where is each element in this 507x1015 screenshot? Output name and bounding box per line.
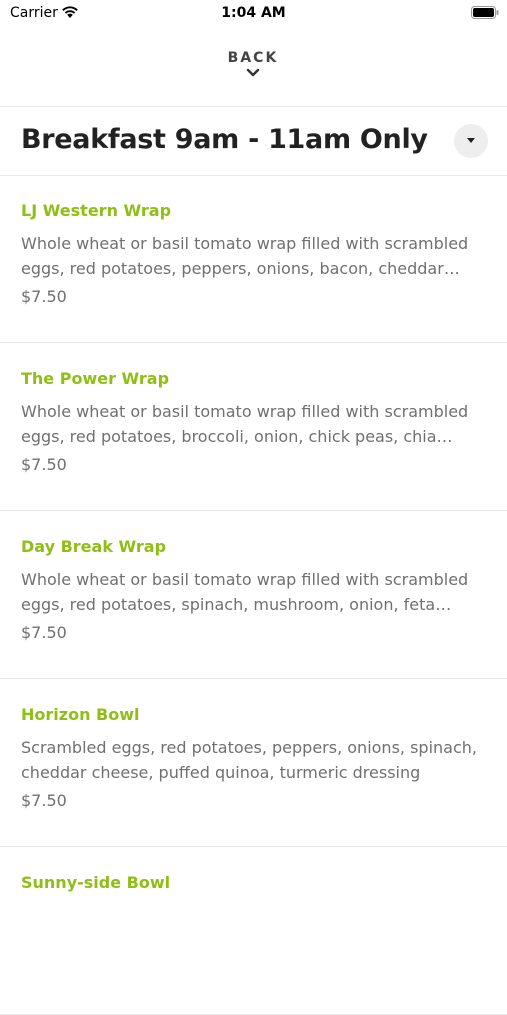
battery-icon [471, 6, 499, 19]
menu-list: LJ Western Wrap Whole wheat or basil tom… [0, 175, 507, 1015]
chevron-down-icon [246, 68, 260, 77]
section-dropdown-button[interactable] [454, 124, 488, 158]
menu-item-name: Day Break Wrap [21, 537, 167, 556]
section-header: Breakfast 9am - 11am Only [0, 108, 507, 174]
menu-item-description: Whole wheat or basil tomato wrap filled … [21, 234, 469, 278]
header-divider [0, 106, 507, 107]
back-button[interactable]: BACK [203, 46, 303, 92]
menu-item-name: Horizon Bowl [21, 705, 140, 724]
menu-item-description: Scrambled eggs, red potatoes, peppers, o… [21, 738, 477, 782]
back-label: BACK [227, 50, 279, 66]
menu-item-name: The Power Wrap [21, 369, 170, 388]
menu-item[interactable]: Sunny-side Bowl [0, 847, 507, 1015]
menu-item[interactable]: Day Break Wrap Whole wheat or basil toma… [0, 511, 507, 679]
menu-item-description: Whole wheat or basil tomato wrap filled … [21, 402, 469, 446]
menu-item-description: Whole wheat or basil tomato wrap filled … [21, 570, 469, 614]
menu-item-price: $7.50 [21, 287, 67, 306]
menu-item-name: Sunny-side Bowl [21, 873, 171, 892]
status-bar: Carrier 1:04 AM [0, 0, 507, 28]
caret-down-icon [467, 138, 475, 143]
menu-item[interactable]: LJ Western Wrap Whole wheat or basil tom… [0, 175, 507, 343]
clock-time: 1:04 AM [221, 5, 286, 21]
menu-item[interactable]: The Power Wrap Whole wheat or basil toma… [0, 343, 507, 511]
menu-item-name: LJ Western Wrap [21, 201, 172, 220]
menu-item[interactable]: Horizon Bowl Scrambled eggs, red potatoe… [0, 679, 507, 847]
menu-item-price: $7.50 [21, 791, 67, 810]
section-title: Breakfast 9am - 11am Only [21, 124, 428, 155]
menu-item-price: $7.50 [21, 455, 67, 474]
menu-item-price: $7.50 [21, 623, 67, 642]
